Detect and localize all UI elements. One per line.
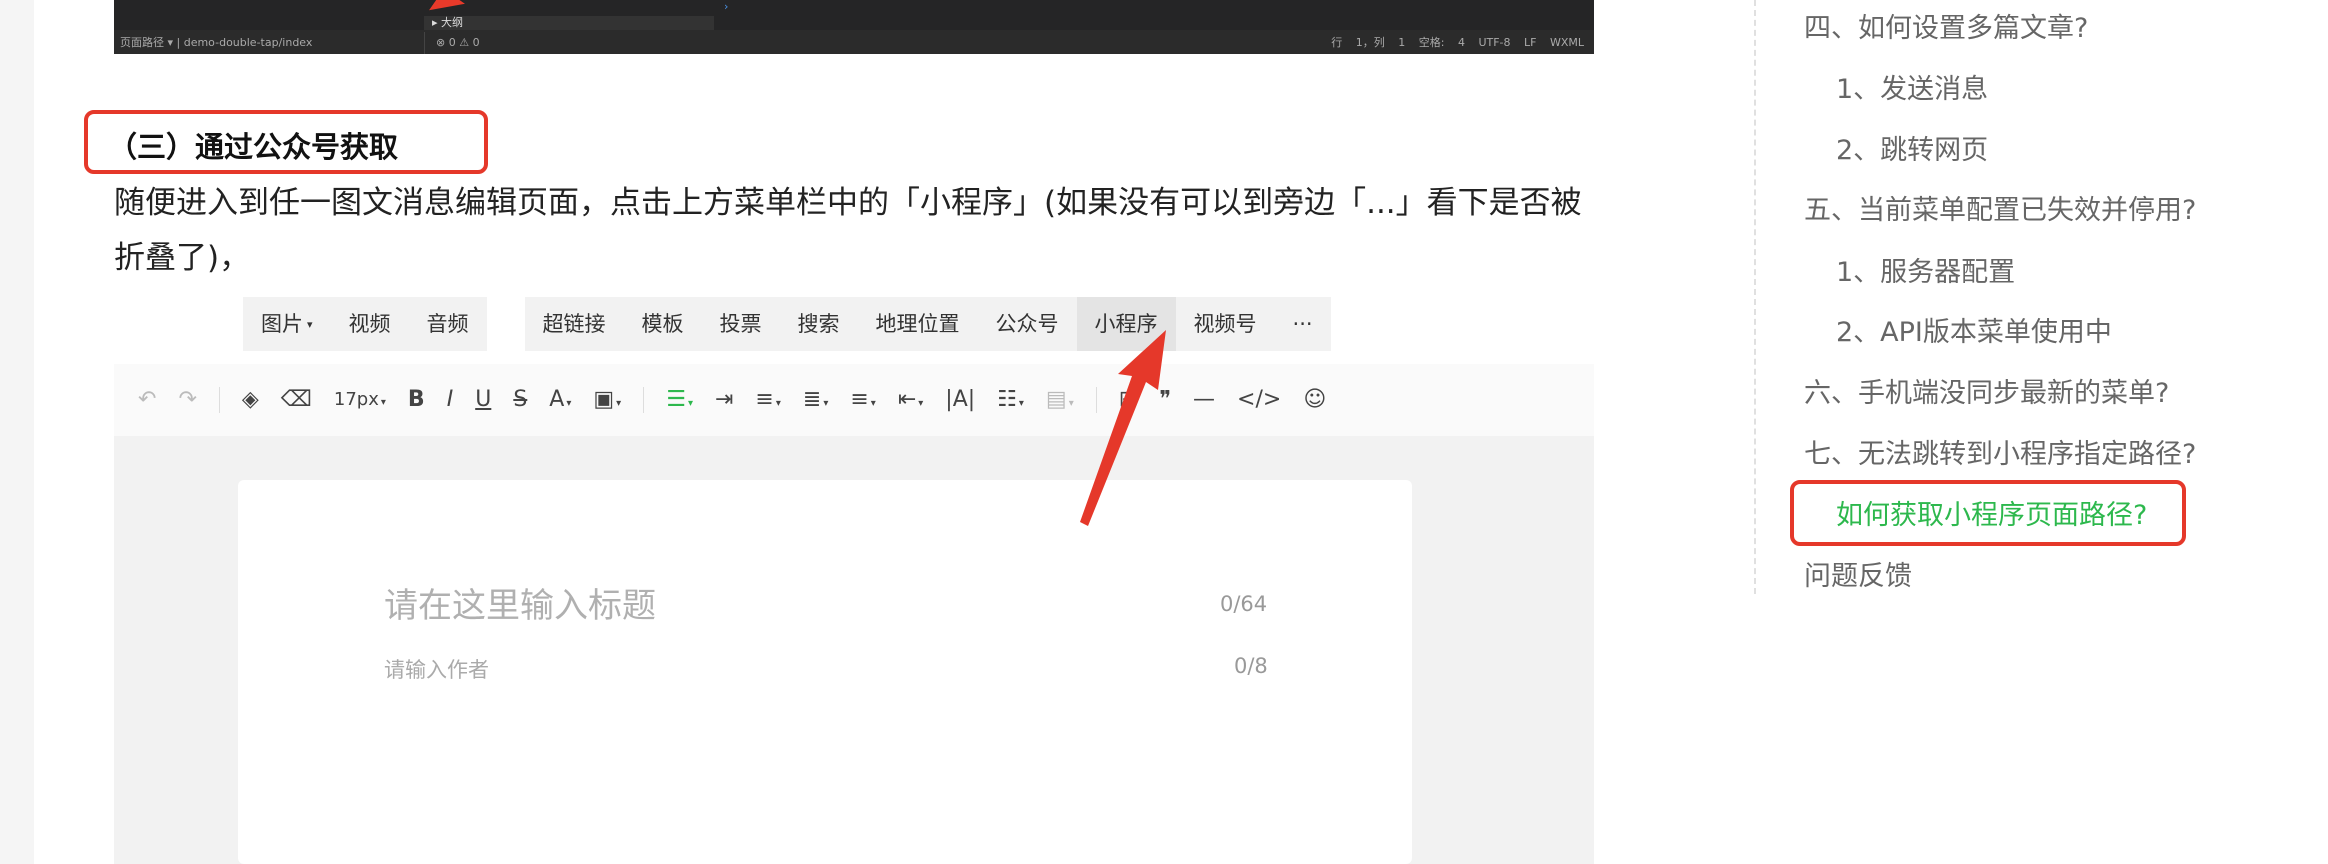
ide-status-path: 页面路径 ▾ | demo-double-tap/index [120, 36, 313, 49]
paragraph-spacing-icon[interactable]: ≡ ▾ [755, 389, 780, 411]
line-height-icon[interactable]: ≣ ▾ [803, 389, 828, 411]
font-size-select[interactable]: 17px ▾ [334, 391, 386, 409]
author-input[interactable]: 请输入作者 [384, 654, 489, 684]
toc-item[interactable]: 四、如何设置多篇文章? [1804, 6, 2088, 45]
format-painter-icon[interactable]: ◈ [242, 389, 259, 411]
indent-icon[interactable]: ⇥ [715, 389, 733, 411]
menu-item-hyperlink[interactable]: 超链接 [525, 297, 624, 351]
author-counter: 0/8 [1234, 654, 1268, 678]
italic-icon[interactable]: I [447, 389, 454, 411]
spacing-after-icon[interactable]: ⇤ ▾ [898, 389, 923, 411]
menu-item-search[interactable]: 搜索 [780, 297, 858, 351]
toc-item[interactable]: 七、无法跳转到小程序指定路径? [1804, 432, 2196, 471]
background-color-icon[interactable]: ▣ ▾ [593, 389, 621, 411]
menu-group-media: 图片 ▾ 视频 音频 [243, 297, 487, 351]
divider-icon[interactable]: — [1193, 389, 1215, 411]
menu-item-image[interactable]: 图片 ▾ [243, 297, 331, 351]
ide-editor-area [114, 0, 1594, 30]
list-icon[interactable]: ☷ ▾ [997, 389, 1024, 411]
title-counter: 0/64 [1220, 592, 1268, 616]
bold-icon[interactable]: B [408, 389, 425, 411]
toc-item[interactable]: 六、手机端没同步最新的菜单? [1804, 371, 2169, 410]
menu-group-insert: 超链接 模板 投票 搜索 地理位置 公众号 小程序 视频号 ··· [524, 297, 1331, 351]
title-input[interactable]: 请在这里输入标题 [384, 578, 656, 627]
toc-item-active[interactable]: 如何获取小程序页面路径? [1836, 493, 2147, 532]
toolbar-divider [218, 387, 220, 413]
menu-item-official-account[interactable]: 公众号 [978, 297, 1077, 351]
menu-item-location[interactable]: 地理位置 [858, 297, 978, 351]
caret-down-icon: ▾ [307, 318, 313, 331]
clear-format-icon[interactable]: ⌫ [281, 389, 312, 411]
toc-item[interactable]: 2、API版本菜单使用中 [1836, 310, 2112, 349]
ide-status-problems: ⊗ 0 ⚠ 0 [436, 36, 480, 49]
red-arrow-icon [1080, 330, 1166, 526]
toc-item[interactable]: 1、发送消息 [1836, 67, 1988, 106]
ide-status-cursor: 行 1，列 1 空格: 4 UTF-8 LF WXML [1331, 36, 1584, 49]
font-color-icon[interactable]: A ▾ [549, 389, 571, 411]
caret-down-icon: ▾ [380, 397, 386, 408]
ide-screenshot: ▸ 大纲 › 页面路径 ▾ | demo-double-tap/index ⊗ … [114, 0, 1594, 54]
toc-item[interactable]: 五、当前菜单配置已失效并停用? [1804, 188, 2196, 227]
spacing-before-icon[interactable]: ≡ ▾ [850, 389, 875, 411]
code-icon[interactable]: </> [1237, 389, 1281, 411]
section-heading: （三）通过公众号获取 [108, 130, 399, 164]
menu-item-audio[interactable]: 音频 [409, 297, 487, 351]
align-icon[interactable]: ☰ ▾ [666, 389, 693, 411]
ide-chevron-icon: › [724, 0, 729, 13]
more-icon[interactable]: ··· [1275, 297, 1331, 351]
redo-icon[interactable]: ↷ [178, 389, 196, 411]
ide-status-bar: 页面路径 ▾ | demo-double-tap/index ⊗ 0 ⚠ 0 行… [114, 32, 1594, 54]
underline-icon[interactable]: U [475, 389, 491, 411]
toc-item[interactable]: 1、服务器配置 [1836, 250, 2015, 289]
ide-outline-label: 大纲 [441, 16, 464, 29]
undo-icon[interactable]: ↶ [138, 389, 156, 411]
article-paragraph: 随便进入到任一图文消息编辑页面，点击上方菜单栏中的「小程序」(如果没有可以到旁边… [114, 185, 1582, 276]
format-toolbar: ↶ ↷ ◈ ⌫ 17px ▾ B I U S A ▾ ▣ ▾ ☰ ▾ ⇥ ≡ ▾ ≣ ▾ ≡… [114, 364, 1594, 436]
menu-item-video[interactable]: 视频 [331, 297, 409, 351]
menu-item-template[interactable]: 模板 [624, 297, 702, 351]
ide-outline-panel: ▸ 大纲 [424, 16, 714, 30]
strikethrough-icon[interactable]: S [513, 389, 527, 411]
toolbar-divider [643, 387, 645, 413]
toc-item[interactable]: 2、跳转网页 [1836, 128, 1988, 167]
emoji-icon[interactable]: ☺ [1303, 389, 1326, 411]
toc-item[interactable]: 问题反馈 [1804, 554, 1912, 593]
menu-item-channels[interactable]: 视频号 [1176, 297, 1275, 351]
letter-spacing-icon[interactable]: |A| [945, 389, 975, 411]
menu-item-vote[interactable]: 投票 [702, 297, 780, 351]
toc-dashed-line [1754, 0, 1756, 594]
